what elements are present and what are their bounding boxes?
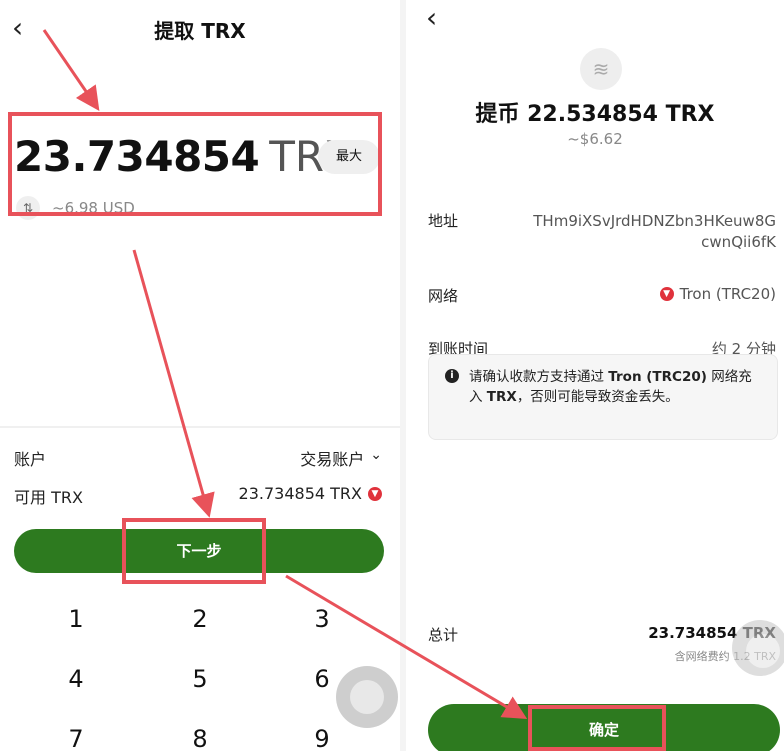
account-label: 账户 bbox=[14, 450, 47, 469]
keypad-key-5[interactable]: 5 bbox=[160, 665, 240, 693]
highlight-box-confirm bbox=[528, 705, 666, 751]
info-icon: i bbox=[445, 369, 459, 383]
address-line-1: THm9iXSvJrdHDNZbn3HKeuw8G bbox=[533, 212, 776, 230]
coin-stack-icon: ≋ bbox=[580, 48, 622, 90]
keypad-key-3[interactable]: 3 bbox=[282, 605, 362, 633]
tron-icon: ▼ bbox=[368, 486, 382, 501]
address-label: 地址 bbox=[428, 212, 459, 230]
network-warning-notice: i 请确认收款方支持通过 Tron (TRC20) 网络充入 TRX，否则可能导… bbox=[428, 354, 778, 440]
confirm-usd-value: ~$6.62 bbox=[567, 130, 623, 148]
available-label: 可用 TRX bbox=[14, 488, 83, 507]
account-selector[interactable]: 交易账户 ⌄ bbox=[300, 446, 382, 470]
divider bbox=[0, 426, 400, 428]
keypad-key-2[interactable]: 2 bbox=[160, 605, 240, 633]
keypad-key-8[interactable]: 8 bbox=[160, 725, 240, 751]
available-value: 23.734854 TRX bbox=[238, 484, 362, 503]
total-label: 总计 bbox=[428, 626, 459, 644]
available-balance: 23.734854 TRX ▼ bbox=[239, 484, 382, 503]
notice-coin: TRX bbox=[486, 389, 517, 405]
keypad-key-9[interactable]: 9 bbox=[282, 725, 362, 751]
chevron-down-icon: ⌄ bbox=[370, 447, 382, 463]
confirm-title: 提币 22.534854 TRX bbox=[475, 102, 715, 127]
withdraw-amount-screen: ‹ 提取 TRX 23.734854 TRX 最大 ⇅ ~6.98 USD 账户… bbox=[0, 0, 400, 751]
account-value: 交易账户 bbox=[300, 450, 365, 469]
withdraw-confirm-screen: ‹ ≋ 提币 22.534854 TRX ~$6.62 地址 THm9iXSvJ… bbox=[406, 0, 784, 751]
address-line-2: cwnQii6fK bbox=[701, 233, 776, 251]
network-label: 网络 bbox=[428, 287, 459, 305]
notice-text-3: ，否则可能导致资金丢失。 bbox=[516, 389, 679, 405]
assistive-touch-button[interactable] bbox=[336, 666, 398, 728]
keypad-key-1[interactable]: 1 bbox=[36, 605, 116, 633]
keypad-key-7[interactable]: 7 bbox=[36, 725, 116, 751]
network-name: Tron (TRC20) bbox=[679, 285, 776, 303]
highlight-box-next bbox=[122, 518, 266, 584]
assistive-touch-button[interactable] bbox=[732, 620, 784, 676]
page-title: 提取 TRX bbox=[154, 19, 246, 43]
notice-text-1: 请确认收款方支持通过 bbox=[469, 369, 609, 385]
address-value: THm9iXSvJrdHDNZbn3HKeuw8G cwnQii6fK bbox=[533, 211, 776, 253]
tron-icon: ▼ bbox=[659, 287, 674, 301]
notice-network: Tron (TRC20) bbox=[608, 369, 707, 385]
highlight-box-amount bbox=[8, 112, 382, 216]
back-icon[interactable]: ‹ bbox=[426, 4, 437, 32]
network-value: ▼ Tron (TRC20) bbox=[659, 285, 776, 303]
keypad-key-4[interactable]: 4 bbox=[36, 665, 116, 693]
